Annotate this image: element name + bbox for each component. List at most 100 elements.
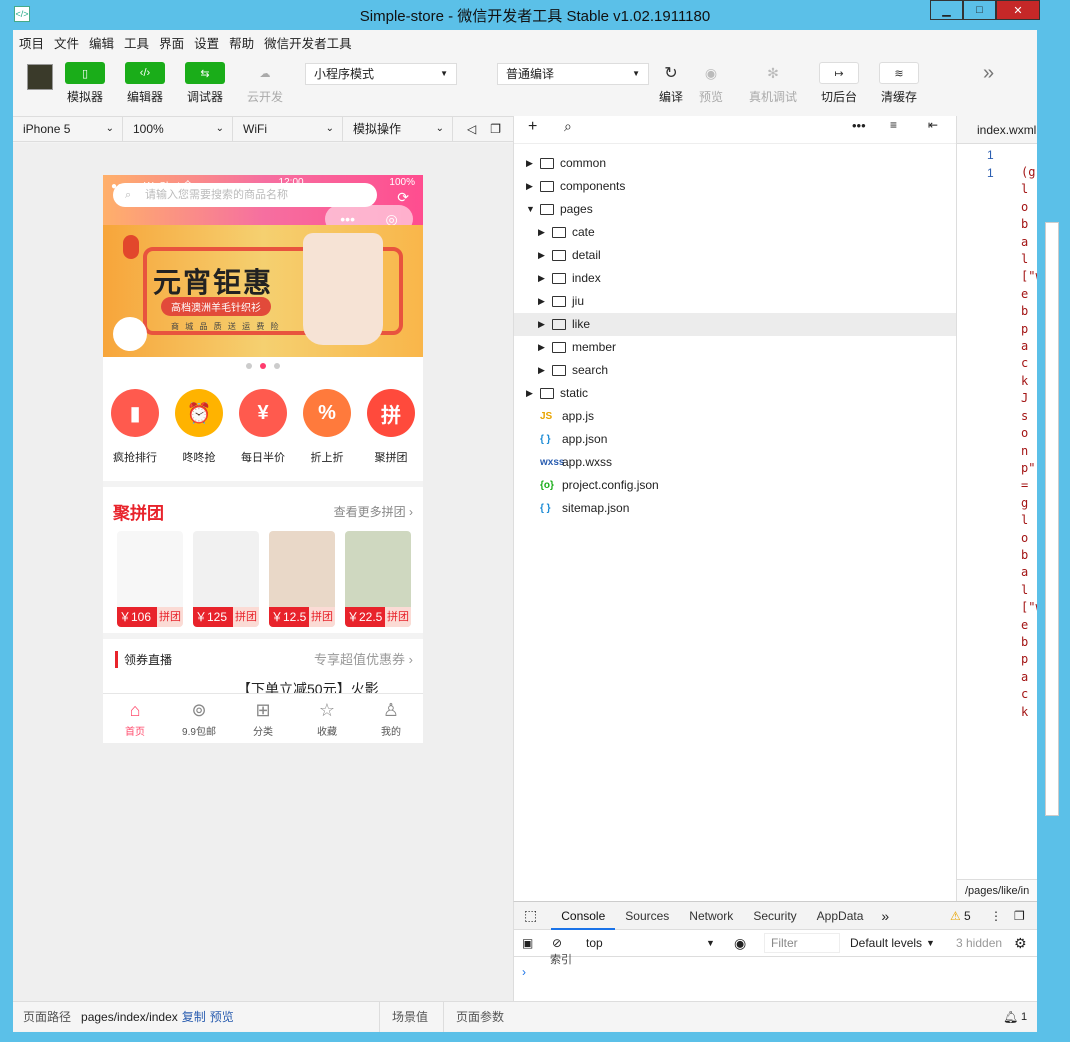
caret-right-icon[interactable]: ▶: [526, 152, 533, 175]
page-params-button[interactable]: 页面参数: [443, 1001, 513, 1032]
tab-home[interactable]: ⌂ 首页: [110, 700, 160, 738]
clear-cache-button[interactable]: ≋ 清缓存: [879, 62, 919, 105]
tab-category-grid[interactable]: ⊞ 分类: [238, 700, 288, 738]
carousel-dot[interactable]: [246, 363, 252, 369]
search-icon[interactable]: ⌕: [564, 118, 572, 135]
inspect-icon[interactable]: ⬚: [514, 907, 551, 924]
caret-right-icon[interactable]: ▶: [538, 244, 545, 267]
caret-right-icon[interactable]: ▶: [526, 382, 533, 405]
filter-input[interactable]: Filter: [764, 933, 840, 953]
devtools-tab-appdata[interactable]: AppData: [807, 902, 874, 930]
menu-item[interactable]: 工具: [124, 33, 149, 52]
file-tree-item[interactable]: {o} project.config.json: [514, 474, 956, 497]
settings-gear-icon[interactable]: ⚙: [1014, 935, 1027, 952]
category-item[interactable]: ¥ 每日半价: [235, 389, 291, 481]
copy-link[interactable]: 复制: [182, 1008, 206, 1025]
caret-right-icon[interactable]: ▶: [538, 221, 545, 244]
add-icon[interactable]: +: [528, 118, 537, 136]
mode-select[interactable]: 小程序模式 ▼: [305, 63, 457, 85]
device-select[interactable]: iPhone 5 ⌄: [13, 116, 123, 142]
more-coupon-link[interactable]: 专享超值优惠券 ›: [314, 649, 413, 668]
scan-icon[interactable]: ⟳: [397, 189, 409, 206]
console-output[interactable]: 索引 ›: [514, 954, 1037, 1001]
menu-item[interactable]: 项目: [19, 33, 44, 52]
menu-item[interactable]: 微信开发者工具: [264, 33, 352, 52]
menu-item[interactable]: 设置: [194, 33, 219, 52]
operation-select[interactable]: 模拟操作 ⌄: [343, 116, 453, 142]
context-select[interactable]: top: [586, 936, 603, 950]
devtools-tab-sources[interactable]: Sources: [615, 902, 679, 930]
menu-item[interactable]: 帮助: [229, 33, 254, 52]
category-item[interactable]: % 折上折: [299, 389, 355, 481]
file-tree-item[interactable]: { } app.json: [514, 428, 956, 451]
file-tree-item[interactable]: { } sitemap.json: [514, 497, 956, 520]
caret-right-icon[interactable]: ▶: [526, 175, 533, 198]
category-item[interactable]: 拼聚拼团: [363, 389, 419, 481]
product-card[interactable]: ￥125 拼团: [193, 531, 259, 627]
menu-dots-icon[interactable]: ⋮: [990, 909, 1002, 923]
file-tree-item[interactable]: ▼ pages: [514, 198, 956, 221]
carousel-dot[interactable]: [274, 363, 280, 369]
editor-tab[interactable]: index.wxml: [957, 116, 1037, 144]
file-tree-item[interactable]: ▶ cate: [514, 221, 956, 244]
caret-right-icon[interactable]: ▶: [538, 336, 545, 359]
carousel-dot-active[interactable]: [260, 363, 266, 369]
file-tree-item[interactable]: JS app.js: [514, 405, 956, 428]
code-content[interactable]: (global["webpackJsonp"]=global["webpack: [1021, 164, 1037, 721]
split-icon[interactable]: ⇤: [928, 118, 938, 132]
more-tabs-icon[interactable]: »: [873, 908, 897, 924]
more-dots-icon[interactable]: •••: [852, 118, 866, 133]
file-tree-item[interactable]: ▶ common: [514, 152, 956, 175]
real-debug-button[interactable]: ✻ 真机调试: [749, 62, 797, 105]
file-tree-item[interactable]: ▶ search: [514, 359, 956, 382]
maximize-button[interactable]: □: [963, 0, 996, 20]
tab-coin[interactable]: ⊚ 9.9包邮: [174, 700, 224, 738]
bell-icon[interactable]: 🔔︎: [1003, 1010, 1018, 1024]
vertical-scrollbar[interactable]: [1045, 222, 1059, 816]
caret-right-icon[interactable]: ▶: [538, 290, 545, 313]
devtools-tab-console[interactable]: Console: [551, 902, 616, 930]
file-tree-item[interactable]: ▶ static: [514, 382, 956, 405]
scene-button[interactable]: 场景值: [379, 1001, 443, 1032]
caret-right-icon[interactable]: ▶: [538, 313, 545, 336]
more-toolbar-icon[interactable]: »: [983, 62, 994, 85]
cloud-button[interactable]: ☁ 云开发: [245, 62, 285, 105]
devtools-tab-security[interactable]: Security: [743, 902, 806, 930]
devtools-tab-network[interactable]: Network: [679, 902, 743, 930]
preview-button[interactable]: ◉ 预览: [691, 62, 731, 105]
zoom-select[interactable]: 100% ⌄: [123, 116, 233, 142]
close-button[interactable]: ✕: [996, 0, 1040, 20]
tab-star[interactable]: ☆ 收藏: [302, 700, 352, 738]
simulator-button[interactable]: ▯ 模拟器: [65, 62, 105, 105]
product-card[interactable]: ￥22.5 拼团: [345, 531, 411, 627]
tab-user[interactable]: ♙ 我的: [366, 700, 416, 738]
detach-icon[interactable]: ❐: [490, 122, 501, 136]
network-select[interactable]: WiFi ⌄: [233, 116, 343, 142]
sidebar-toggle-icon[interactable]: ▣: [522, 936, 533, 950]
avatar[interactable]: [27, 64, 53, 90]
menu-item[interactable]: 编辑: [89, 33, 114, 52]
menu-item[interactable]: 文件: [54, 33, 79, 52]
menu-item[interactable]: 界面: [159, 33, 184, 52]
clear-console-icon[interactable]: ⊘: [552, 936, 562, 950]
undock-icon[interactable]: ❐: [1014, 909, 1025, 923]
file-tree-item[interactable]: ▶ index: [514, 267, 956, 290]
caret-right-icon[interactable]: ▶: [538, 359, 545, 382]
file-tree-item[interactable]: ▶ like: [514, 313, 956, 336]
background-button[interactable]: ↦ 切后台: [819, 62, 859, 105]
minimize-button[interactable]: ▁: [930, 0, 963, 20]
levels-select[interactable]: Default levels: [850, 936, 922, 950]
volume-icon[interactable]: ◁: [467, 122, 476, 136]
warning-count[interactable]: 5: [964, 909, 971, 923]
console-prompt[interactable]: ›: [522, 965, 526, 979]
caret-down-icon[interactable]: ▼: [526, 198, 535, 221]
debugger-button[interactable]: ⇆ 调试器: [185, 62, 225, 105]
file-tree-item[interactable]: ▶ jiu: [514, 290, 956, 313]
product-card[interactable]: ￥12.5 拼团: [269, 531, 335, 627]
file-tree-item[interactable]: ▶ components: [514, 175, 956, 198]
preview-link[interactable]: 预览: [210, 1008, 234, 1025]
more-group-link[interactable]: 查看更多拼团 ›: [334, 503, 413, 520]
compile-mode-select[interactable]: 普通编译 ▼: [497, 63, 649, 85]
collapse-icon[interactable]: ≡: [890, 118, 897, 132]
file-tree-item[interactable]: ▶ member: [514, 336, 956, 359]
